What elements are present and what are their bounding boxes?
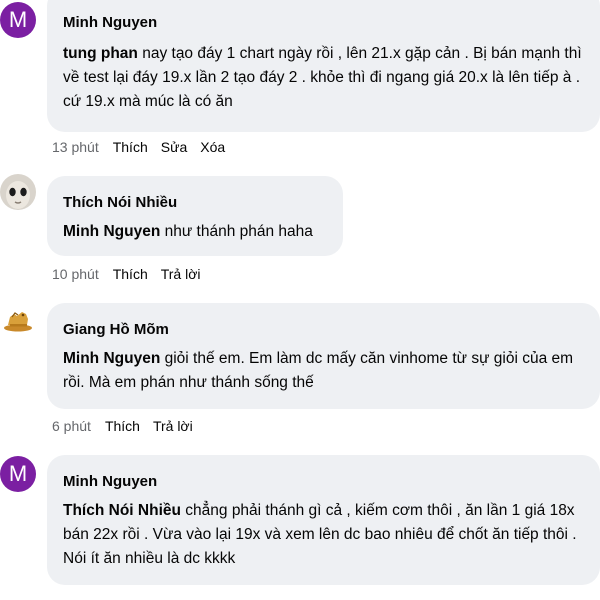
comment-actions: 13 phút Thích Sửa Xóa: [52, 138, 238, 156]
comment-text: tung phan nay tạo đáy 1 chart ngày rồi ,…: [63, 42, 586, 114]
comment-time[interactable]: 6 phút: [52, 418, 91, 434]
comment-time[interactable]: 10 phút: [52, 266, 99, 282]
comment-bubble: Giang Hồ Mõm Minh Nguyen giỏi thế em. Em…: [47, 303, 600, 409]
like-button[interactable]: Thích: [113, 266, 148, 282]
comment-bubble: Minh Nguyen Thích Nói Nhiều chẳng phải t…: [47, 455, 600, 585]
like-button[interactable]: Thích: [113, 139, 148, 155]
mention-link[interactable]: Minh Nguyen: [63, 350, 160, 367]
comment-bubble: Minh Nguyen tung phan nay tạo đáy 1 char…: [47, 0, 600, 132]
comment-text: Minh Nguyen như thánh phán haha: [63, 220, 329, 244]
comment-actions: 6 phút Thích Trả lời: [52, 417, 206, 435]
comment-author[interactable]: Giang Hồ Mõm: [63, 320, 586, 340]
mention-link[interactable]: tung phan: [63, 45, 138, 62]
golden-horse-avatar-icon[interactable]: [0, 301, 36, 337]
edit-button[interactable]: Sửa: [161, 139, 188, 155]
reply-button[interactable]: Trả lời: [161, 266, 201, 282]
comment-text: Minh Nguyen giỏi thế em. Em làm dc mấy c…: [63, 347, 586, 395]
comment-text: Thích Nói Nhiều chẳng phải thánh gì cả ,…: [63, 499, 586, 571]
comment-bubble: Thích Nói Nhiều Minh Nguyen như thánh ph…: [47, 176, 343, 256]
comment-author[interactable]: Minh Nguyen: [63, 472, 586, 492]
comment-body: nay tạo đáy 1 chart ngày rồi , lên 21.x …: [63, 45, 582, 110]
reply-button[interactable]: Trả lời: [153, 418, 193, 434]
mention-link[interactable]: Thích Nói Nhiều: [63, 502, 181, 519]
avatar[interactable]: M: [0, 2, 36, 38]
comment-time[interactable]: 13 phút: [52, 139, 99, 155]
avatar[interactable]: M: [0, 456, 36, 492]
comment-author[interactable]: Thích Nói Nhiều: [63, 193, 329, 213]
comment-author[interactable]: Minh Nguyen: [63, 13, 586, 33]
comment-actions: 10 phút Thích Trả lời: [52, 265, 214, 283]
alien-face-avatar-icon[interactable]: [0, 174, 36, 210]
delete-button[interactable]: Xóa: [200, 139, 225, 155]
comment-body: như thánh phán haha: [160, 223, 313, 240]
mention-link[interactable]: Minh Nguyen: [63, 223, 160, 240]
like-button[interactable]: Thích: [105, 418, 140, 434]
